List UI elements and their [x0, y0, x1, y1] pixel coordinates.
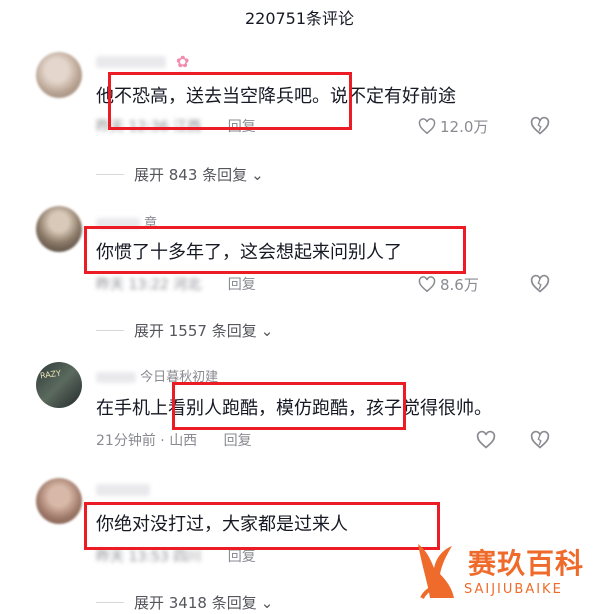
watermark-title: 赛玖百科 — [468, 547, 585, 580]
broken-heart-icon[interactable] — [530, 116, 550, 136]
reply-button[interactable]: 回复 — [224, 433, 252, 449]
comment-count-title: 220751条评论 — [244, 9, 355, 28]
comment-meta: 昨天 13:22 河北 回复 — [96, 274, 256, 294]
comment-location: 四川 — [173, 549, 202, 565]
watermark-logo: 赛玖百科 SAIJIUBAIKE — [412, 538, 597, 614]
comment-meta: 21分钟前 · 山西 回复 — [96, 433, 252, 449]
avatar[interactable] — [36, 206, 82, 252]
comment-text: 你绝对没打过，大家都是过来人 — [96, 514, 348, 535]
username-visible: 今日暮秋初建 — [140, 370, 219, 385]
comment-meta: 昨天 12:36 江西 回复 — [96, 116, 256, 136]
whale-tail-logo-icon — [418, 544, 454, 600]
like-count: 12.0万 — [440, 118, 489, 136]
expand-replies-label: 展开 3418 条回复 — [134, 594, 257, 612]
username-blurred — [96, 218, 140, 229]
divider-line — [96, 330, 124, 331]
reply-button[interactable]: 回复 — [228, 277, 256, 293]
comment-time: 昨天 12:36 — [96, 119, 169, 135]
chevron-down-icon: ⌄ — [260, 321, 274, 340]
divider-line — [96, 602, 124, 603]
heart-icon — [418, 118, 436, 135]
comment-location: 河北 — [173, 277, 202, 293]
reply-button[interactable]: 回复 — [228, 549, 256, 565]
username[interactable] — [96, 56, 166, 68]
expand-replies-label: 展开 1557 条回复 — [134, 322, 257, 340]
avatar[interactable] — [36, 52, 82, 98]
username[interactable] — [96, 484, 150, 496]
comment-text: 他不恐高，送去当空降兵吧。说不定有好前途 — [96, 86, 456, 107]
expand-replies-label: 展开 843 条回复 — [134, 166, 248, 184]
like-count: 8.6万 — [440, 276, 479, 294]
username-blurred — [96, 372, 136, 383]
expand-replies-button[interactable]: 展开 843 条回复 ⌄ — [96, 164, 264, 185]
broken-heart-icon[interactable] — [530, 430, 550, 450]
username[interactable]: 今日暮秋初建 — [96, 366, 218, 385]
comment-time: 21分钟前 — [96, 433, 156, 449]
comment-time: 昨天 13:22 — [96, 277, 169, 293]
avatar[interactable] — [36, 478, 82, 524]
expand-replies-button[interactable]: 展开 3418 条回复 ⌄ — [96, 592, 273, 613]
username-visible: 章 — [144, 216, 158, 231]
divider-line — [96, 174, 124, 175]
chevron-down-icon: ⌄ — [260, 593, 274, 612]
like-button[interactable]: 8.6万 — [418, 274, 479, 295]
chevron-down-icon: ⌄ — [251, 165, 264, 184]
flower-emoji-icon: ✿ — [176, 52, 190, 71]
heart-icon — [418, 276, 436, 293]
comment-time: 昨天 13:53 — [96, 549, 169, 565]
reply-button[interactable]: 回复 — [228, 119, 256, 135]
comment-location: 江西 — [173, 119, 202, 135]
username[interactable]: 章 — [96, 212, 157, 231]
comment-location: 山西 — [169, 433, 198, 449]
heart-icon[interactable] — [476, 430, 496, 450]
comments-header: 220751条评论 — [0, 0, 599, 34]
comment-meta: 昨天 13:53 四川 回复 — [96, 546, 256, 566]
avatar[interactable]: RAZY — [36, 362, 82, 408]
like-button[interactable]: 12.0万 — [418, 116, 488, 137]
expand-replies-button[interactable]: 展开 1557 条回复 ⌄ — [96, 320, 273, 341]
comment-text: 在手机上看别人跑酷，模仿跑酷，孩子觉得很帅。 — [96, 398, 492, 419]
broken-heart-icon[interactable] — [530, 274, 550, 294]
comment-text: 你惯了十多年了，这会想起来问别人了 — [96, 242, 402, 263]
watermark-subtitle: SAIJIUBAIKE — [464, 582, 563, 597]
